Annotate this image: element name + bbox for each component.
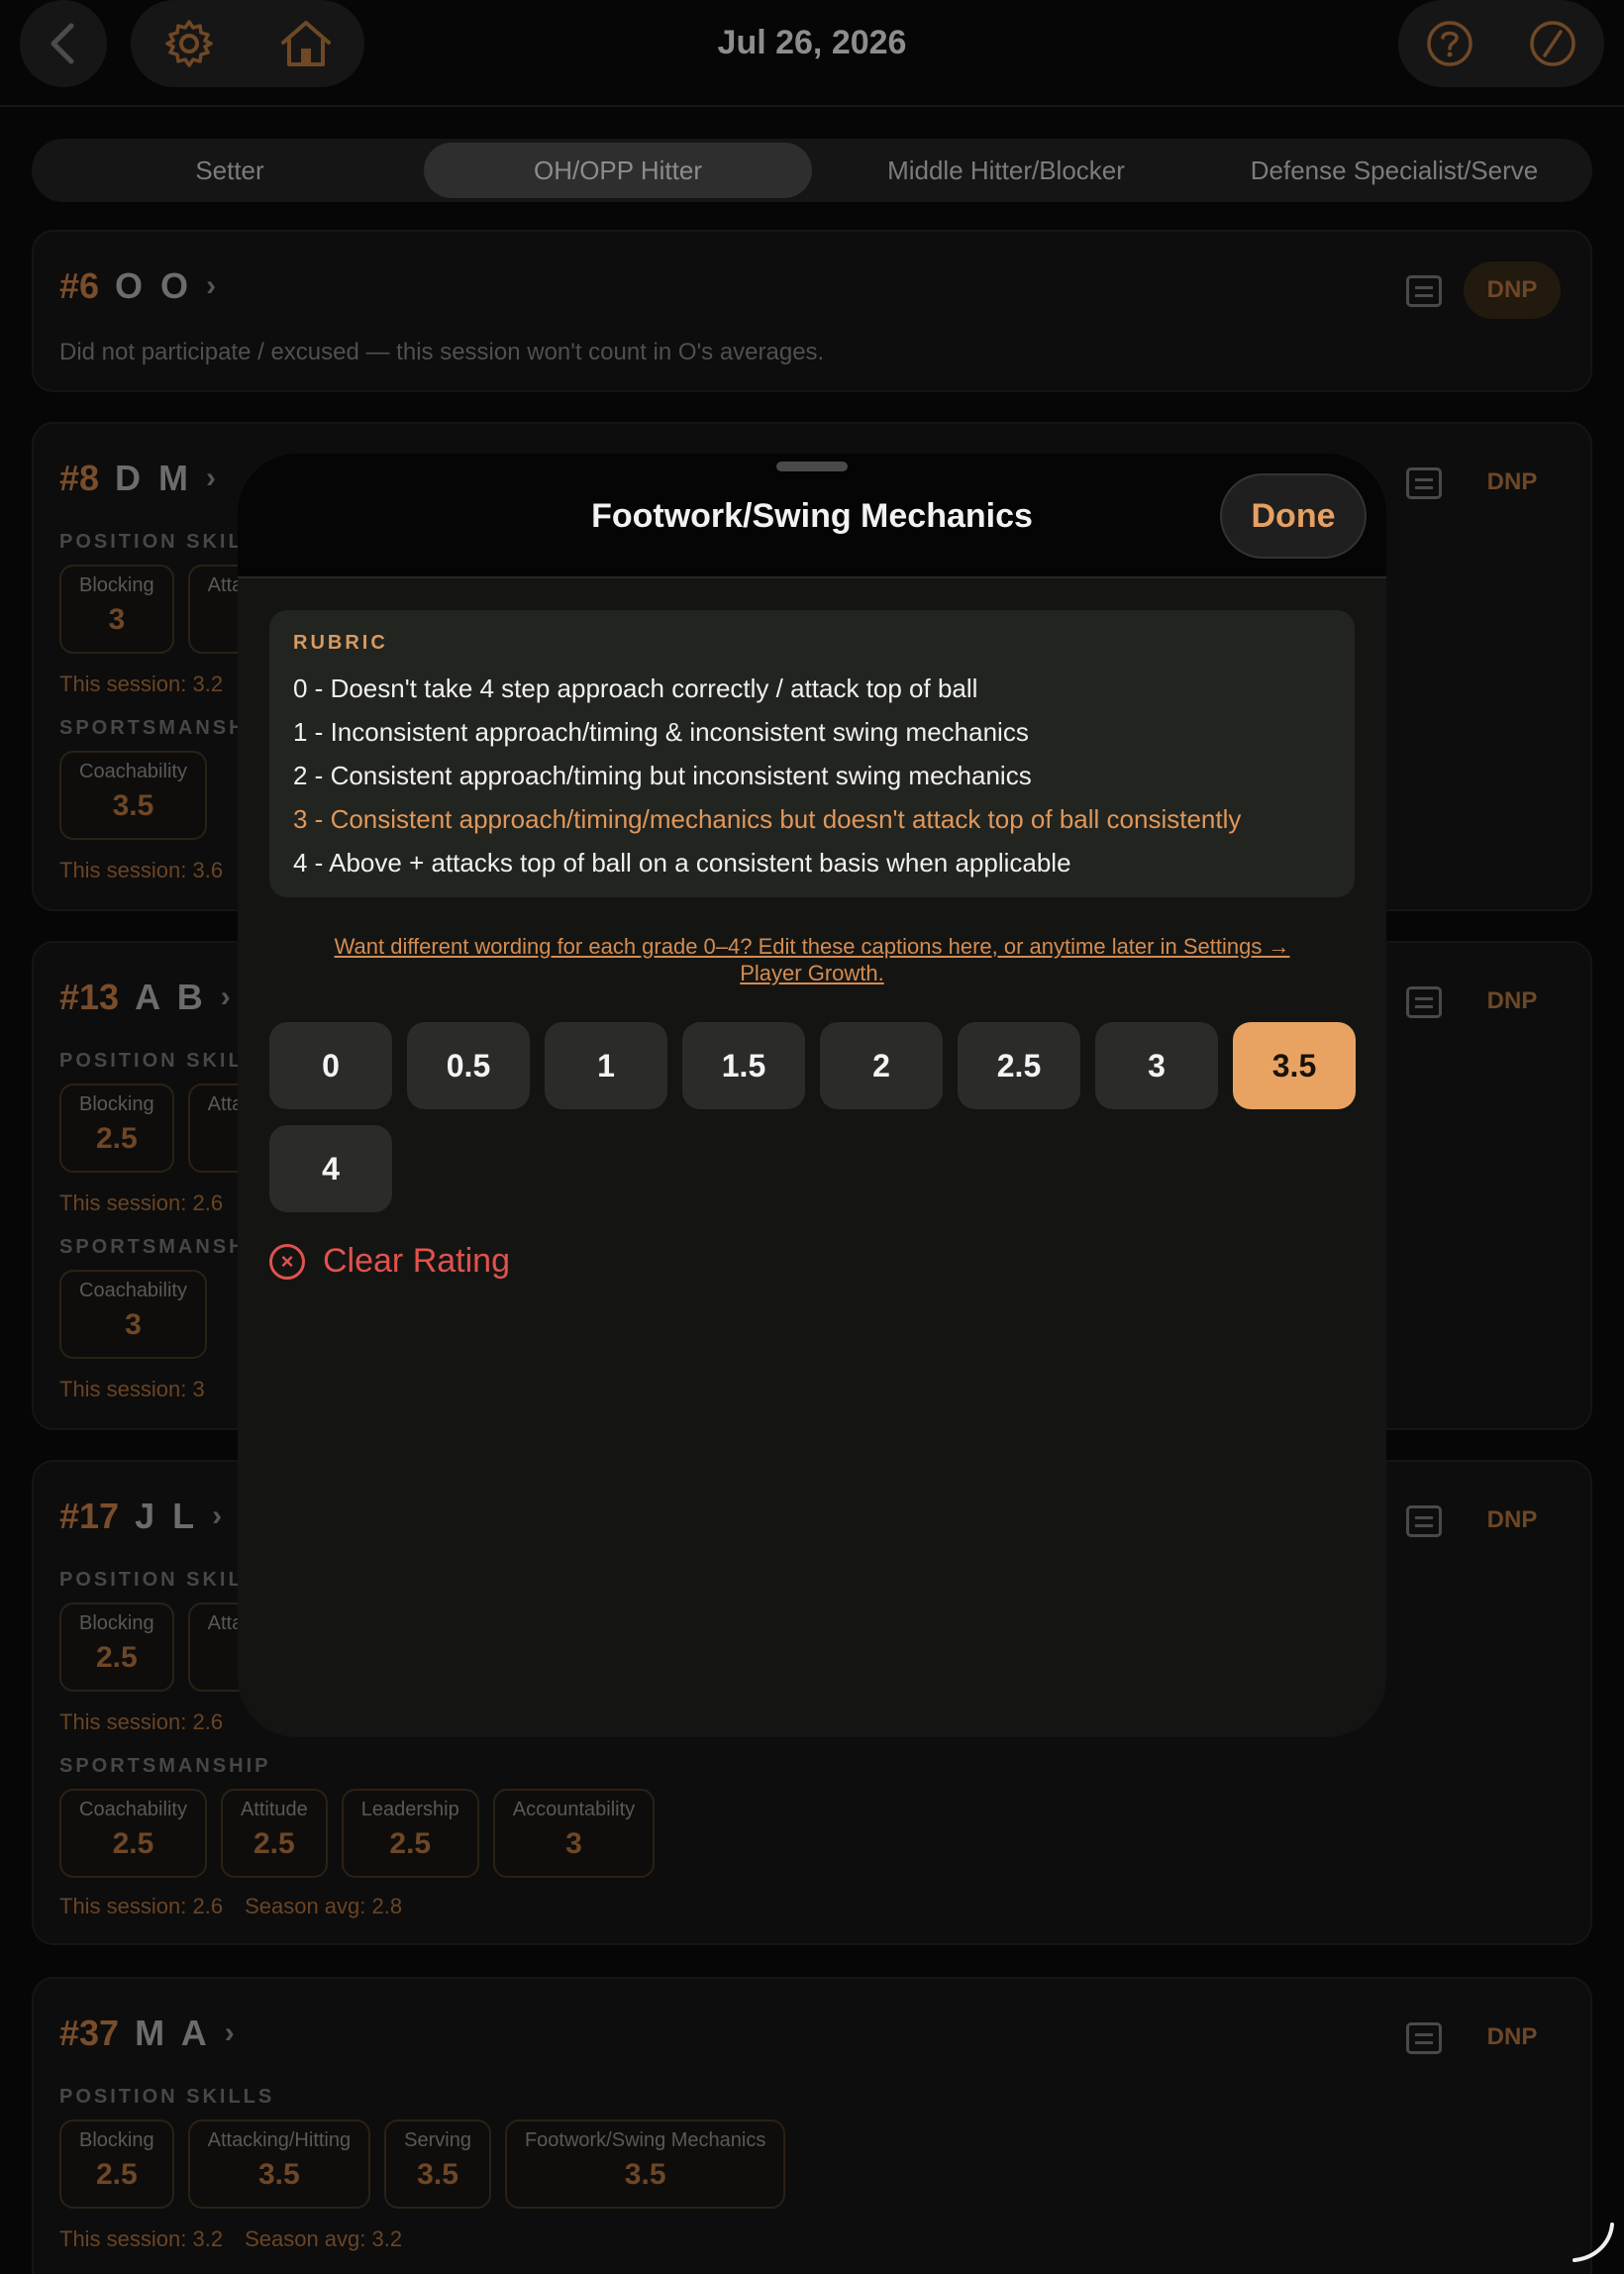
player-header[interactable]: #13 A B › — [59, 977, 231, 1018]
skill-chip[interactable]: Coachability 3 — [59, 1270, 207, 1359]
skill-chip[interactable]: Blocking 2.5 — [59, 1602, 174, 1692]
session-stats: This session: 2.6 — [59, 1190, 224, 1215]
player-header[interactable]: #17 J L › — [59, 1496, 222, 1537]
rubric-line-selected: 3 - Consistent approach/timing/mechanics… — [293, 804, 1242, 834]
player-card: #37 M A › DNP POSITION SKILLS Blocking 2.… — [32, 1977, 1592, 2274]
done-button[interactable]: Done — [1220, 473, 1367, 559]
edit-captions-link[interactable]: Want different wording for each grade 0–… — [269, 933, 1355, 986]
top-bar: Jul 26, 2026 — [0, 0, 1624, 107]
player-name: O O — [115, 265, 193, 306]
section-label: SPORTSMANSHIP — [59, 1755, 271, 1777]
player-header[interactable]: #8 D M › — [59, 458, 216, 499]
chevron-right-icon: › — [206, 462, 217, 494]
rating-sheet: Footwork/Swing Mechanics Done RUBRIC 0 -… — [238, 454, 1386, 1737]
position-skills: Blocking 2.5 Attacking/Hitting 3.5 Serving… — [59, 2119, 786, 2209]
dnp-button[interactable]: DNP — [1464, 454, 1561, 511]
notes-icon[interactable] — [1406, 275, 1442, 307]
player-name: M A — [135, 2013, 211, 2053]
skill-chip[interactable]: Blocking 3 — [59, 565, 174, 654]
grade-button[interactable]: 0 — [269, 1022, 392, 1109]
rubric-box: RUBRIC 0 - Doesn't take 4 step approach … — [269, 610, 1355, 897]
skill-chip[interactable]: Blocking 2.5 — [59, 2119, 174, 2209]
notes-icon[interactable] — [1406, 467, 1442, 499]
sheet-grabber[interactable] — [776, 462, 848, 471]
session-stats: This session: 2.6 Season avg: 2.8 — [59, 1894, 403, 1918]
skill-chip[interactable]: Attacking/Hitting 3.5 — [187, 2119, 371, 2209]
sheet-title: Footwork/Swing Mechanics — [591, 497, 1033, 535]
dnp-note: Did not participate / excused — this ses… — [59, 339, 825, 365]
session-stats: This session: 2.6 — [59, 1709, 224, 1734]
notes-icon[interactable] — [1406, 2022, 1442, 2054]
skill-chip[interactable]: Footwork/Swing Mechanics 3.5 — [504, 2119, 786, 2209]
dnp-button[interactable]: DNP — [1464, 973, 1561, 1030]
resize-handle-icon[interactable] — [1571, 2219, 1616, 2264]
skill-chip[interactable]: Coachability 2.5 — [59, 1789, 207, 1878]
grade-button[interactable]: 3 — [1095, 1022, 1218, 1109]
player-number: #8 — [59, 458, 100, 498]
dnp-button[interactable]: DNP — [1464, 2009, 1561, 2066]
player-name: A B — [135, 977, 207, 1017]
grade-buttons: 0 0.5 1 1.5 2 2.5 3 3.5 4 — [269, 1022, 1369, 1212]
slash-circle-icon — [1530, 21, 1575, 66]
session-stats: This session: 3 — [59, 1377, 205, 1401]
chevron-right-icon: › — [224, 2016, 235, 2049]
chevron-right-icon: › — [220, 981, 231, 1013]
rubric-title: RUBRIC — [293, 632, 388, 654]
session-date: Jul 26, 2026 — [717, 24, 907, 61]
session-stats: This session: 3.2 Season avg: 3.2 — [59, 2226, 403, 2251]
action-pill — [1398, 0, 1604, 87]
player-name: D M — [115, 458, 193, 498]
help-button[interactable] — [1406, 0, 1493, 87]
grade-button[interactable]: 2 — [820, 1022, 943, 1109]
rubric-line: 0 - Doesn't take 4 step approach correct… — [293, 673, 978, 703]
session-stats: This session: 3.2 — [59, 672, 224, 696]
sportsmanship-skills: Coachability 3.5 — [59, 751, 207, 840]
skill-chip[interactable]: Leadership 2.5 — [341, 1789, 479, 1878]
question-circle-icon — [1427, 21, 1472, 66]
skill-chip[interactable]: Accountability 3 — [492, 1789, 656, 1878]
dnp-button[interactable]: DNP — [1464, 1492, 1561, 1549]
skill-chip[interactable]: Serving 3.5 — [384, 2119, 491, 2209]
tab-setter[interactable]: Setter — [36, 143, 424, 198]
chevron-right-icon: › — [212, 1499, 223, 1532]
section-label: POSITION SKILLS — [59, 2086, 275, 2108]
player-number: #37 — [59, 2013, 120, 2053]
player-header[interactable]: #37 M A › — [59, 2013, 235, 2054]
skill-chip[interactable]: Attitude 2.5 — [220, 1789, 328, 1878]
grade-button[interactable]: 4 — [269, 1125, 392, 1212]
dnp-button[interactable]: DNP — [1464, 261, 1561, 319]
grade-button[interactable]: 2.5 — [958, 1022, 1080, 1109]
player-header[interactable]: #6 O O › — [59, 265, 216, 307]
sportsmanship-skills: Coachability 2.5 Attitude 2.5 Leadership 2.… — [59, 1789, 656, 1878]
clear-circle-icon: × — [269, 1243, 305, 1280]
tab-defense-specialist[interactable]: Defense Specialist/Serve — [1200, 143, 1588, 198]
grade-button[interactable]: 1.5 — [682, 1022, 805, 1109]
rubric-line: 1 - Inconsistent approach/timing & incon… — [293, 717, 1029, 747]
player-number: #17 — [59, 1496, 120, 1536]
clear-rating-label: Clear Rating — [323, 1242, 510, 1280]
skill-chip[interactable]: Blocking 2.5 — [59, 1084, 174, 1173]
position-tabs: Setter OH/OPP Hitter Middle Hitter/Block… — [32, 139, 1592, 202]
player-number: #13 — [59, 977, 120, 1017]
tab-oh-opp-hitter[interactable]: OH/OPP Hitter — [424, 143, 812, 198]
clear-rating-button[interactable]: × Clear Rating — [269, 1242, 510, 1281]
grade-button[interactable]: 1 — [545, 1022, 667, 1109]
skill-chip[interactable]: Coachability 3.5 — [59, 751, 207, 840]
chevron-right-icon: › — [206, 269, 217, 302]
grade-button[interactable]: 0.5 — [407, 1022, 530, 1109]
notes-icon[interactable] — [1406, 986, 1442, 1018]
tab-middle-hitter-blocker[interactable]: Middle Hitter/Blocker — [812, 143, 1200, 198]
rubric-line: 4 - Above + attacks top of ball on a con… — [293, 848, 1071, 878]
edit-button[interactable] — [1509, 0, 1596, 87]
grade-button-selected[interactable]: 3.5 — [1233, 1022, 1356, 1109]
player-card: #6 O O › DNP Did not participate / excus… — [32, 230, 1592, 392]
rubric-line: 2 - Consistent approach/timing but incon… — [293, 761, 1032, 790]
rating-screen: Jul 26, 2026 Setter OH/OPP Hitter Middle… — [0, 0, 1624, 2274]
sportsmanship-skills: Coachability 3 — [59, 1270, 207, 1359]
sheet-header: Footwork/Swing Mechanics Done — [238, 454, 1386, 578]
player-name: J L — [135, 1496, 199, 1536]
notes-icon[interactable] — [1406, 1505, 1442, 1537]
session-stats: This session: 3.6 — [59, 858, 224, 882]
player-number: #6 — [59, 265, 100, 306]
